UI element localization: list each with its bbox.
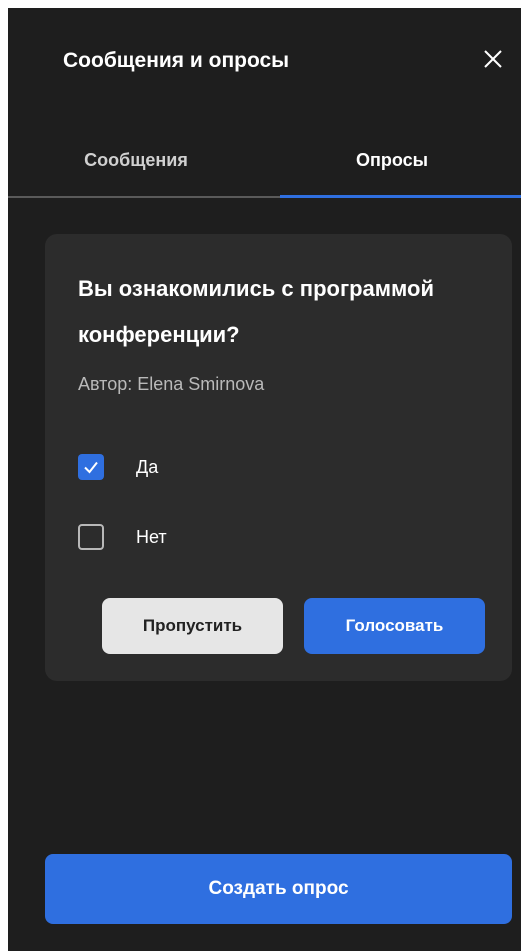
tab-divider	[8, 196, 280, 198]
messages-and-polls-panel: Сообщения и опросы Сообщения Опросы Вы о…	[8, 8, 521, 951]
tab-polls[interactable]: Опросы	[264, 122, 520, 198]
tab-bar: Сообщения Опросы	[8, 122, 521, 198]
panel-title: Сообщения и опросы	[63, 49, 290, 72]
checkbox-unchecked[interactable]	[78, 524, 104, 550]
vote-button[interactable]: Голосовать	[304, 598, 485, 654]
checkmark-icon	[84, 461, 98, 474]
poll-author: Автор: Elena Smirnova	[78, 374, 265, 394]
poll-option-yes[interactable]: Да	[78, 452, 158, 482]
checkbox-checked[interactable]	[78, 454, 104, 480]
panel-header: Сообщения и опросы	[8, 8, 521, 104]
option-label-yes: Да	[136, 456, 159, 477]
poll-card: Вы ознакомились с программой конференции…	[45, 234, 512, 681]
close-button[interactable]	[478, 44, 508, 74]
create-poll-button[interactable]: Создать опрос	[45, 854, 512, 924]
skip-button[interactable]: Пропустить	[102, 598, 283, 654]
poll-option-no[interactable]: Нет	[78, 522, 167, 552]
active-tab-indicator	[280, 195, 521, 198]
option-label-no: Нет	[136, 526, 167, 547]
poll-question: Вы ознакомились с программой конференции…	[78, 276, 435, 347]
tab-messages[interactable]: Сообщения	[8, 122, 264, 198]
close-icon	[484, 50, 502, 68]
